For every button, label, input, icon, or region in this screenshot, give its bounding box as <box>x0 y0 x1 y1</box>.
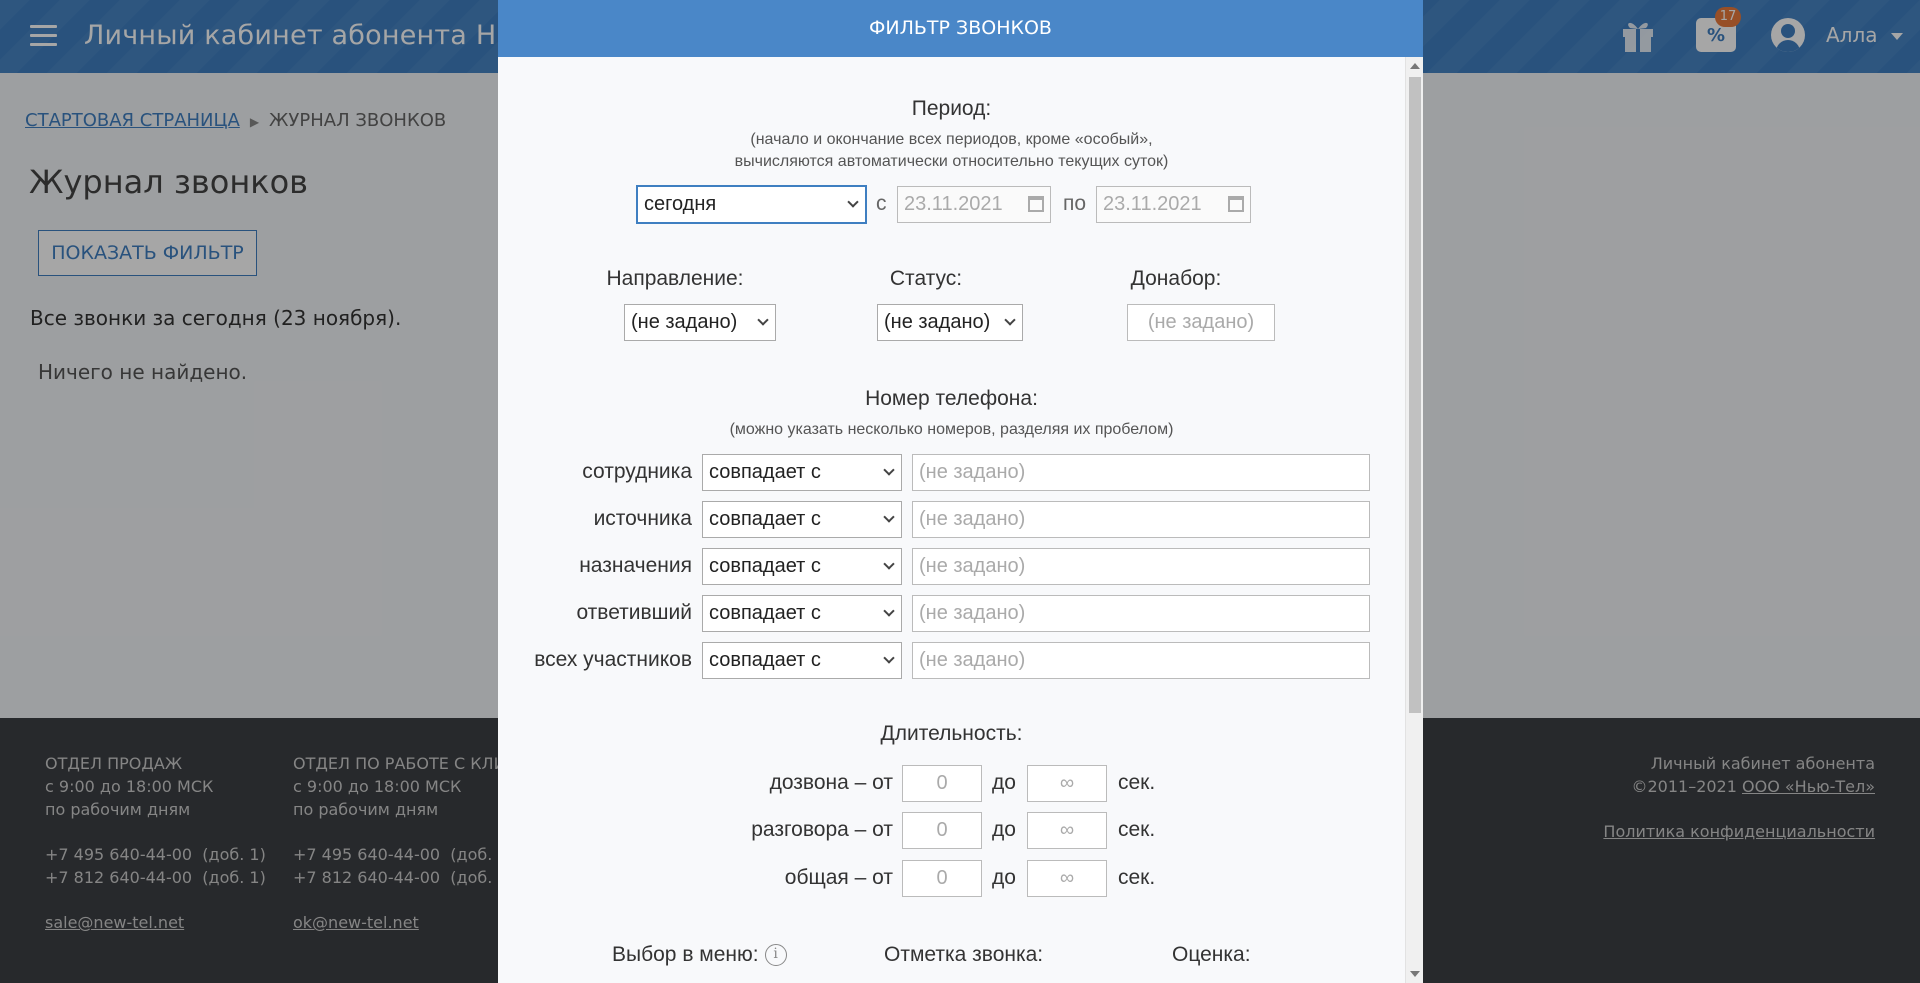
status-select-value: (не задано) <box>884 311 991 333</box>
donabor-input[interactable]: (не задано) <box>1127 304 1275 341</box>
scroll-thumb[interactable] <box>1409 77 1421 713</box>
phone-match-value: совпадает с <box>709 602 821 624</box>
chevron-down-icon <box>883 605 895 617</box>
phone-row-label: всех участников <box>534 648 692 671</box>
duration-title: Длительность: <box>880 722 1023 745</box>
duration-to-label: до <box>992 818 1016 841</box>
phone-number-placeholder: (не задано) <box>919 649 1026 671</box>
calendar-icon <box>1228 196 1244 212</box>
chevron-down-icon <box>1004 314 1016 326</box>
calendar-icon <box>1028 196 1044 212</box>
duration-to-input[interactable]: ∞ <box>1027 860 1107 897</box>
call-mark-label: Отметка звонка: <box>884 943 1044 966</box>
duration-from-placeholder: 0 <box>936 867 948 889</box>
phone-number-placeholder: (не задано) <box>919 508 1026 530</box>
phone-match-select[interactable]: совпадает с <box>702 548 902 585</box>
scroll-up-icon[interactable] <box>1410 63 1420 69</box>
phone-match-select[interactable]: совпадает с <box>702 595 902 632</box>
period-from-date[interactable]: 23.11.2021 <box>897 186 1051 223</box>
chevron-down-icon <box>883 464 895 476</box>
phone-number-input[interactable]: (не задано) <box>912 595 1370 632</box>
direction-select[interactable]: (не задано) <box>624 304 776 341</box>
dialog-body: Период: (начало и окончание всех периодо… <box>498 57 1405 983</box>
menu-choice-label: Выбор в меню: i <box>612 943 787 967</box>
period-to-label: по <box>1063 192 1087 215</box>
phone-number-input[interactable]: (не задано) <box>912 642 1370 679</box>
duration-to-placeholder: ∞ <box>1059 772 1075 794</box>
phone-match-value: совпадает с <box>709 461 821 483</box>
phone-match-value: совпадает с <box>709 508 821 530</box>
phone-title: Номер телефона: <box>865 387 1038 410</box>
duration-row-label: дозвона – от <box>769 771 893 794</box>
duration-from-placeholder: 0 <box>936 819 948 841</box>
duration-unit: сек. <box>1118 818 1156 841</box>
period-from-value: 23.11.2021 <box>904 193 1003 215</box>
direction-label: Направление: <box>606 267 744 290</box>
chevron-down-icon <box>883 652 895 664</box>
direction-select-value: (не задано) <box>631 311 738 333</box>
duration-to-label: до <box>992 866 1016 889</box>
duration-to-placeholder: ∞ <box>1059 819 1075 841</box>
period-to-value: 23.11.2021 <box>1103 193 1202 215</box>
duration-from-input[interactable]: 0 <box>902 765 982 802</box>
period-select-value: сегодня <box>644 193 717 215</box>
phone-match-select[interactable]: совпадает с <box>702 501 902 538</box>
duration-to-input[interactable]: ∞ <box>1027 812 1107 849</box>
rating-label: Оценка: <box>1172 943 1251 966</box>
chevron-down-icon <box>883 558 895 570</box>
donabor-placeholder: (не задано) <box>1147 311 1255 333</box>
period-to-date[interactable]: 23.11.2021 <box>1096 186 1251 223</box>
duration-unit: сек. <box>1118 866 1156 889</box>
phone-row-label: ответивший <box>576 601 692 624</box>
phone-hint: (можно указать несколько номеров, раздел… <box>729 421 1174 438</box>
status-label: Статус: <box>889 267 963 290</box>
duration-from-placeholder: 0 <box>936 772 948 794</box>
phone-number-placeholder: (не задано) <box>919 461 1026 483</box>
phone-number-input[interactable]: (не задано) <box>912 501 1370 538</box>
chevron-down-icon <box>757 314 769 326</box>
dialog-scrollbar[interactable] <box>1405 57 1423 983</box>
phone-match-value: совпадает с <box>709 649 821 671</box>
period-hint-line1: (начало и окончание всех периодов, кроме… <box>750 131 1153 148</box>
period-hint-line2: вычисляются автоматически относительно т… <box>734 153 1169 170</box>
donabor-label: Донабор: <box>1130 267 1222 290</box>
duration-row-label: разговора – от <box>751 818 893 841</box>
period-from-label: с <box>876 192 887 215</box>
phone-row-label: источника <box>593 507 692 530</box>
duration-to-label: до <box>992 771 1016 794</box>
phone-match-value: совпадает с <box>709 555 821 577</box>
phone-number-placeholder: (не задано) <box>919 602 1026 624</box>
phone-number-input[interactable]: (не задано) <box>912 548 1370 585</box>
scroll-down-icon[interactable] <box>1410 971 1420 977</box>
phone-number-input[interactable]: (не задано) <box>912 454 1370 491</box>
period-select[interactable]: сегодня <box>637 186 866 223</box>
dialog-title: ФИЛЬТР ЗВОНКОВ <box>498 0 1423 57</box>
phone-match-select[interactable]: совпадает с <box>702 642 902 679</box>
phone-match-select[interactable]: совпадает с <box>702 454 902 491</box>
duration-unit: сек. <box>1118 771 1156 794</box>
phone-number-placeholder: (не задано) <box>919 555 1026 577</box>
chevron-down-icon <box>883 511 895 523</box>
phone-row-label: сотрудника <box>582 460 692 483</box>
duration-from-input[interactable]: 0 <box>902 860 982 897</box>
period-title: Период: <box>911 97 992 120</box>
duration-to-placeholder: ∞ <box>1059 867 1075 889</box>
duration-from-input[interactable]: 0 <box>902 812 982 849</box>
call-filter-dialog: ФИЛЬТР ЗВОНКОВ Период: (начало и окончан… <box>498 0 1423 983</box>
duration-to-input[interactable]: ∞ <box>1027 765 1107 802</box>
duration-row-label: общая – от <box>784 866 893 889</box>
info-icon[interactable]: i <box>764 944 787 967</box>
chevron-down-icon <box>847 196 859 208</box>
status-select[interactable]: (не задано) <box>877 304 1023 341</box>
menu-choice-text: Выбор в меню: <box>612 943 759 966</box>
phone-row-label: назначения <box>579 554 692 577</box>
